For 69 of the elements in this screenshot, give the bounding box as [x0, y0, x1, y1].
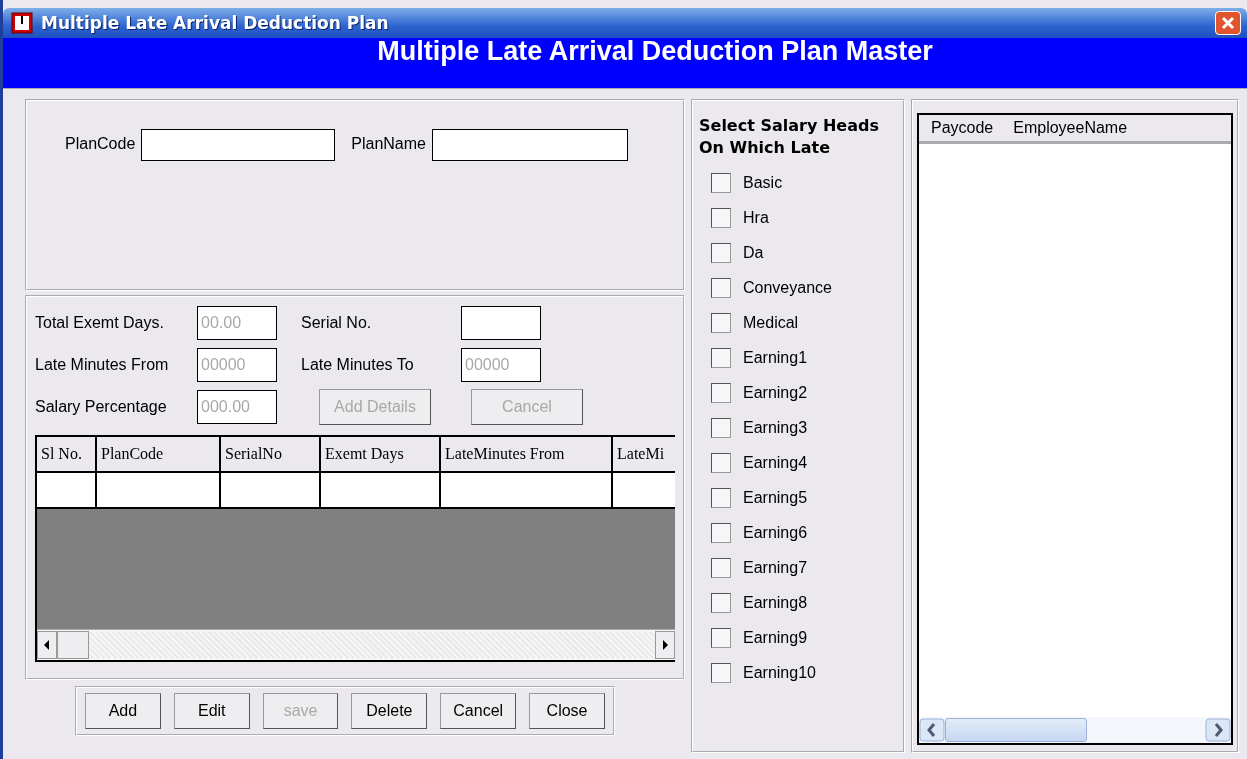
horizontal-scrollbar[interactable]: [37, 629, 675, 660]
field-label: Serial No.: [301, 314, 373, 332]
column-header[interactable]: Paycode: [931, 119, 994, 137]
close-icon: [1221, 16, 1235, 30]
field-label: Late Minutes To: [301, 356, 415, 374]
checkbox[interactable]: [711, 382, 731, 403]
field-label: Total Exemt Days.: [35, 314, 165, 332]
action-button[interactable]: Cancel: [440, 693, 517, 729]
horizontal-scrollbar[interactable]: [919, 717, 1231, 743]
checkbox[interactable]: [711, 172, 731, 193]
checkbox-label: Earning5: [743, 488, 808, 507]
column-header[interactable]: SerialNo: [221, 437, 321, 471]
exempt-days-field[interactable]: 00.00: [197, 306, 277, 340]
checkbox-label: Earning3: [743, 418, 808, 437]
late-minutes-from-field[interactable]: 00000: [197, 348, 277, 382]
plan-code-field[interactable]: [141, 129, 336, 161]
checkbox[interactable]: [711, 312, 731, 333]
app-icon: [11, 12, 33, 34]
scrollbar-thumb[interactable]: [945, 718, 1087, 742]
action-button[interactable]: Delete: [351, 693, 428, 729]
checkbox[interactable]: [711, 277, 731, 298]
checkbox[interactable]: [711, 522, 731, 543]
checkbox-label: Da: [743, 243, 764, 262]
checkbox[interactable]: [711, 557, 731, 578]
checkbox[interactable]: [711, 662, 731, 683]
checkbox-label: Earning7: [743, 558, 808, 577]
column-header[interactable]: LateMi: [613, 437, 675, 471]
checkbox-label: Earning9: [743, 628, 808, 647]
column-header[interactable]: EmployeeName: [1013, 119, 1128, 137]
field-label: Salary Percentage: [35, 398, 168, 416]
column-header[interactable]: Exemt Days: [321, 437, 441, 471]
checkbox[interactable]: [711, 627, 731, 648]
checkbox[interactable]: [711, 347, 731, 368]
checkbox-label: Earning4: [743, 453, 808, 472]
checkbox-label: Earning10: [743, 663, 816, 682]
serial-no-field[interactable]: [461, 306, 541, 340]
salary-heads-title: Select Salary Heads On Which Late: [699, 115, 880, 159]
checkbox-label: Basic: [743, 173, 783, 192]
left-chevron-icon[interactable]: [919, 718, 945, 742]
checkbox-label: Earning6: [743, 523, 808, 542]
checkbox[interactable]: [711, 207, 731, 228]
checkbox-label: Hra: [743, 208, 769, 227]
plan-name-field[interactable]: [432, 129, 628, 161]
action-button[interactable]: Add: [85, 693, 161, 729]
column-header[interactable]: PlanCode: [97, 437, 221, 471]
checkbox-label: Earning1: [743, 348, 808, 367]
column-header[interactable]: LateMinutes From: [441, 437, 613, 471]
checkbox[interactable]: [711, 452, 731, 473]
column-header[interactable]: Sl No.: [37, 437, 97, 471]
checkbox-label: Earning8: [743, 593, 808, 612]
form-heading: Multiple Late Arrival Deduction Plan Master: [377, 36, 933, 66]
window-title: Multiple Late Arrival Deduction Plan: [41, 13, 390, 33]
action-button[interactable]: Close: [529, 693, 605, 729]
checkbox-label: Medical: [743, 313, 799, 332]
close-button[interactable]: [1215, 11, 1241, 35]
checkbox-label: Conveyance: [743, 278, 832, 297]
checkbox[interactable]: [711, 592, 731, 613]
checkbox[interactable]: [711, 487, 731, 508]
salary-percentage-field[interactable]: 000.00: [197, 390, 277, 424]
action-button[interactable]: Edit: [173, 693, 250, 729]
plan-name-label: PlanName: [351, 135, 426, 153]
plan-code-label: PlanCode: [65, 135, 136, 153]
checkbox-label: Earning2: [743, 383, 808, 402]
late-minutes-to-field[interactable]: 00000: [461, 348, 541, 382]
field-label: Late Minutes From: [35, 356, 170, 374]
checkbox[interactable]: [711, 242, 731, 263]
checkbox[interactable]: [711, 417, 731, 438]
right-chevron-icon[interactable]: [1205, 718, 1231, 742]
scrollbar-thumb[interactable]: [57, 631, 89, 659]
